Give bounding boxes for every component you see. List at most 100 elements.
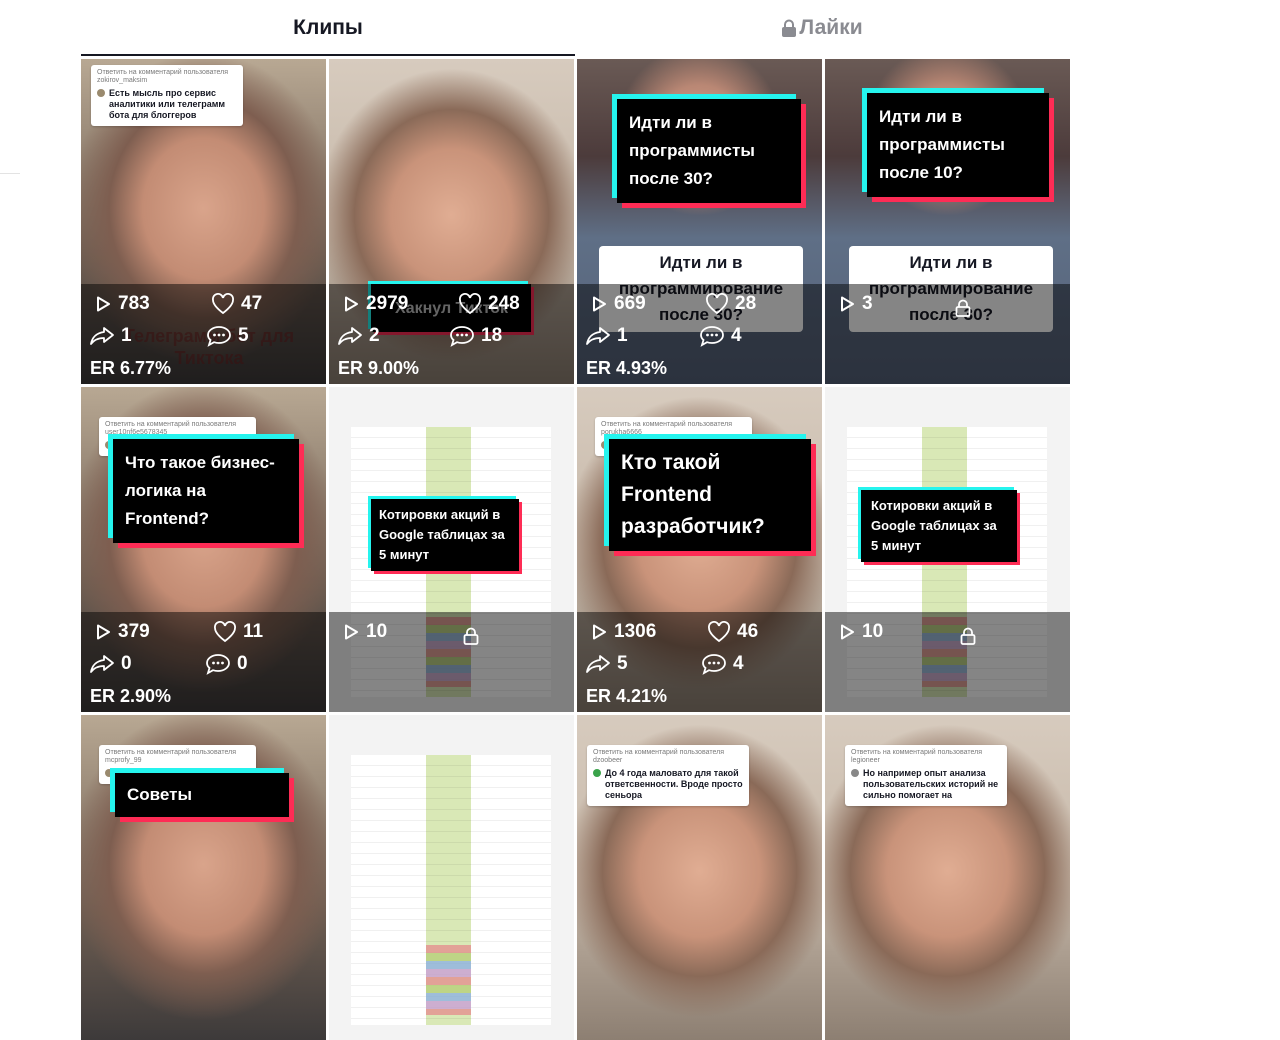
play-icon [345,624,358,640]
comment-icon [206,654,230,675]
reply-label: Ответить на комментарий пользователя mcp… [105,749,236,764]
comments-count: 4 [733,653,744,674]
avatar [105,769,113,777]
comments-count: 0 [237,653,248,674]
views-count: 379 [118,621,150,642]
comments-stat: 5 [206,325,249,347]
shares-count: 0 [121,653,132,674]
share-icon [586,655,610,673]
play-icon [97,296,110,312]
views-count: 1306 [614,621,657,642]
avatar [593,769,601,777]
video-grid: Ответить на комментарий пользователя zok… [81,59,1070,1040]
tab-likes-label: Лайки [799,16,863,39]
comment-bubble: Ответить на комментарий пользователя leg… [845,745,1007,806]
video-card[interactable]: Ответить на комментарий пользователя mcp… [81,715,326,1040]
lock-icon [781,19,797,38]
heart-icon [212,293,234,315]
comments-stat: 18 [449,325,502,347]
play-icon [593,624,606,640]
tab-clips[interactable]: Клипы [81,0,575,56]
comment-icon [207,326,231,347]
play-icon [345,296,358,312]
views-stat: 379 [94,621,150,643]
heart-icon [708,621,730,643]
views-stat: 669 [590,293,646,315]
share-icon [90,327,114,345]
spreadsheet-preview [351,755,551,1025]
comment-icon [700,326,724,347]
shares-stat: 0 [89,653,132,675]
likes-stat: 11 [213,621,263,643]
caption-box: Идти ли в программисты после 10? [867,93,1049,197]
caption-box: Советы [115,773,289,817]
likes-count: 47 [241,293,263,314]
video-card[interactable]: Ответить на комментарий пользователя dzo… [577,715,822,1040]
shares-stat: 2 [337,325,380,347]
comment-text: До 4 года маловато для такой ответсвенно… [605,768,743,800]
comment-text: Но например опыт анализа пользовательски… [863,768,999,800]
lock-icon [463,627,479,645]
comments-stat: 4 [701,653,744,675]
video-card[interactable]: Котировки акций в Google таблицах за 5 м… [825,387,1070,712]
shares-count: 1 [617,325,628,346]
shares-stat: 1 [585,325,628,347]
engagement-rate: ER 6.77% [90,358,172,378]
heart-icon [214,621,236,643]
shares-stat: 5 [585,653,628,675]
caption-box: Что такое бизнес-логика на Frontend? [113,439,299,543]
shares-count: 1 [121,325,132,346]
likes-stat: 46 [707,621,758,643]
video-card[interactable]: Ответить на комментарий пользователя leg… [825,715,1070,1040]
video-card[interactable]: Ответить на комментарий пользователя zok… [81,59,326,384]
comment-bubble: Ответить на комментарий пользователя zok… [91,65,243,126]
share-icon [338,327,362,345]
tab-clips-label: Клипы [293,16,363,39]
comments-stat: 0 [205,653,248,675]
reply-label: Ответить на комментарий пользователя use… [105,421,236,436]
comment-bubble: Ответить на комментарий пользователя dzo… [587,745,749,806]
likes-count: 46 [737,621,759,642]
caption-box: Котировки акций в Google таблицах за 5 м… [371,499,519,571]
profile-tabs: Клипы Лайки [81,0,1069,56]
video-card[interactable]: Котировки акций в Google таблицах за 5 м… [329,387,574,712]
reply-label: Ответить на комментарий пользователя por… [601,421,732,436]
tab-likes[interactable]: Лайки [575,0,1069,56]
likes-count: 28 [735,293,757,314]
views-stat: 10 [838,621,883,643]
avatar [97,89,105,97]
play-icon [841,624,854,640]
video-card[interactable] [329,715,574,1040]
video-card[interactable]: Ответить на комментарий пользователя por… [577,387,822,712]
reply-label: Ответить на комментарий пользователя leg… [851,749,982,764]
views-stat: 1306 [590,621,656,643]
heart-icon [706,293,728,315]
lock-icon [960,627,976,645]
video-card[interactable]: Идти ли в программисты после 10? Идти ли… [825,59,1070,384]
likes-stat: 28 [705,293,756,315]
lock-icon [955,299,971,317]
likes-stat: 248 [458,293,520,315]
likes-stat: 47 [211,293,262,315]
video-card[interactable]: Ответить на комментарий пользователя use… [81,387,326,712]
reply-label: Ответить на комментарий пользователя zok… [97,69,228,84]
views-count: 10 [862,621,884,642]
video-card[interactable]: Хакнул Тикток 2979 248 2 18 ER 9.00% [329,59,574,384]
video-thumbnail [329,715,574,1040]
share-icon [586,327,610,345]
left-divider [0,173,20,174]
play-icon [97,624,110,640]
avatar [105,441,113,449]
shares-count: 2 [369,325,380,346]
engagement-rate: ER 4.93% [586,358,668,378]
caption-box: Котировки акций в Google таблицах за 5 м… [861,490,1017,562]
share-icon [90,655,114,673]
reply-label: Ответить на комментарий пользователя dzo… [593,749,724,764]
play-icon [841,296,854,312]
comment-icon [702,654,726,675]
avatar [851,769,859,777]
caption-box: Кто такой Frontend разработчик? [609,439,811,551]
views-count: 10 [366,621,388,642]
video-card[interactable]: Идти ли в программисты после 30? Идти ли… [577,59,822,384]
views-stat: 3 [838,293,873,315]
